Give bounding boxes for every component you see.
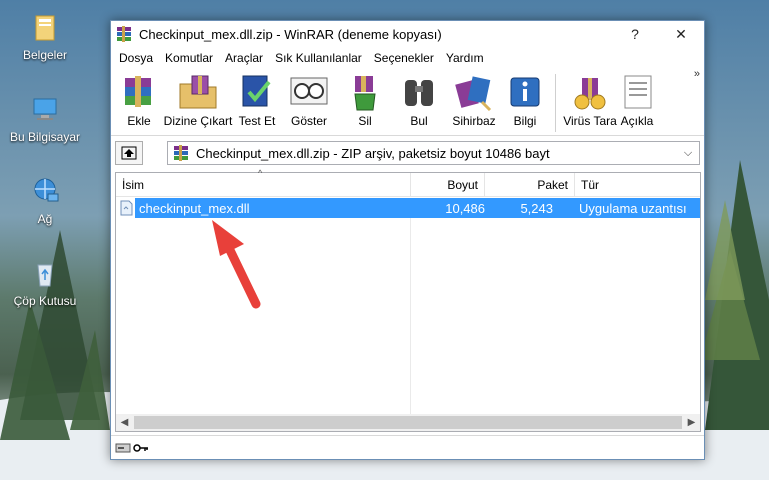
menu-favorites[interactable]: Sık Kullanılanlar bbox=[269, 51, 368, 65]
desktop-icon-label: Ağ bbox=[37, 212, 53, 226]
computer-icon bbox=[33, 98, 57, 120]
extract-to-button[interactable]: Dizine Çıkart bbox=[163, 72, 233, 128]
desktop-icon-documents[interactable]: Belgeler bbox=[0, 10, 90, 62]
view-icon bbox=[290, 77, 328, 105]
menu-bar: Dosya Komutlar Araçlar Sık Kullanılanlar… bbox=[111, 48, 704, 68]
scroll-right-icon[interactable]: ▶ bbox=[683, 414, 700, 431]
scrollbar-thumb[interactable] bbox=[134, 416, 682, 429]
column-header-row: ^ İsim Boyut Paket Tür bbox=[116, 168, 700, 197]
menu-options[interactable]: Seçenekler bbox=[368, 51, 440, 65]
column-header-name[interactable]: İsim bbox=[116, 173, 411, 197]
menu-help[interactable]: Yardım bbox=[440, 51, 490, 65]
comment-icon bbox=[624, 75, 652, 109]
desktop-icon-this-pc[interactable]: Bu Bilgisayar bbox=[0, 92, 90, 144]
title-bar[interactable]: Checkinput_mex.dll.zip - WinRAR (deneme … bbox=[111, 21, 704, 48]
info-button[interactable]: Bilgi bbox=[503, 72, 547, 128]
address-bar[interactable]: Checkinput_mex.dll.zip - ZIP arşiv, pake… bbox=[167, 141, 700, 165]
zip-archive-icon bbox=[174, 145, 188, 161]
tool-label: Göster bbox=[290, 114, 327, 128]
pointer-arrow-annotation bbox=[212, 220, 261, 309]
delete-button[interactable]: Sil bbox=[339, 72, 391, 128]
dll-file-icon bbox=[117, 198, 135, 218]
file-type: Uygulama uzantısı bbox=[579, 200, 687, 216]
comment-button[interactable]: Açıkla bbox=[620, 72, 654, 128]
extract-to-icon bbox=[179, 75, 217, 109]
status-bar bbox=[111, 435, 704, 459]
winrar-app-icon bbox=[117, 26, 131, 42]
menu-commands[interactable]: Komutlar bbox=[159, 51, 219, 65]
file-size: 10,486 bbox=[445, 200, 485, 216]
tool-label: Sihirbaz bbox=[452, 114, 496, 128]
desktop-icon-label: Bu Bilgisayar bbox=[9, 130, 81, 144]
test-button[interactable]: Test Et bbox=[235, 72, 279, 128]
tool-label: Test Et bbox=[238, 114, 276, 128]
delete-icon bbox=[354, 76, 376, 111]
tool-label: Dizine Çıkart bbox=[163, 114, 233, 128]
toolbar: Ekle Dizine Çıkart Test Et Göster Sil Bu… bbox=[111, 68, 704, 136]
tool-label: Açıkla bbox=[620, 114, 654, 128]
toolbar-separator bbox=[555, 74, 556, 132]
wizard-icon bbox=[455, 76, 492, 112]
column-header-type[interactable]: Tür bbox=[575, 173, 700, 197]
find-button[interactable]: Bul bbox=[393, 72, 445, 128]
wizard-button[interactable]: Sihirbaz bbox=[447, 72, 501, 128]
key-icon bbox=[133, 443, 148, 452]
up-arrow-icon bbox=[121, 146, 137, 160]
tool-label: Bul bbox=[410, 114, 428, 128]
chevron-down-icon[interactable]: ⌵ bbox=[681, 147, 695, 160]
column-header-size[interactable]: Boyut bbox=[411, 173, 485, 197]
file-packed: 5,243 bbox=[520, 200, 553, 216]
drive-icon bbox=[115, 443, 131, 452]
test-icon bbox=[242, 75, 271, 107]
close-button[interactable]: ✕ bbox=[658, 21, 704, 48]
desktop-icon-label: Çöp Kutusu bbox=[13, 294, 77, 308]
network-icon bbox=[34, 178, 59, 202]
address-row: Checkinput_mex.dll.zip - ZIP arşiv, pake… bbox=[111, 139, 704, 167]
scroll-left-icon[interactable]: ◀ bbox=[116, 414, 133, 431]
menu-file[interactable]: Dosya bbox=[113, 51, 159, 65]
help-button[interactable]: ? bbox=[612, 21, 658, 48]
add-archive-icon bbox=[125, 76, 151, 107]
column-header-packed[interactable]: Paket bbox=[485, 173, 575, 197]
recycle-bin-icon bbox=[37, 264, 53, 287]
address-text: Checkinput_mex.dll.zip - ZIP arşiv, pake… bbox=[196, 145, 550, 161]
desktop-icon-recycle-bin[interactable]: Çöp Kutusu bbox=[0, 256, 90, 308]
tool-label: Virüs Tara bbox=[563, 114, 617, 128]
tool-label: Bilgi bbox=[513, 114, 537, 128]
desktop-icon-label: Belgeler bbox=[22, 48, 68, 62]
desktop-icon-network[interactable]: Ağ bbox=[0, 174, 90, 226]
folder-icon bbox=[35, 15, 55, 41]
sort-ascending-icon: ^ bbox=[258, 168, 263, 178]
find-icon bbox=[405, 80, 433, 106]
column-divider bbox=[410, 218, 411, 414]
add-button[interactable]: Ekle bbox=[117, 72, 161, 128]
menu-tools[interactable]: Araçlar bbox=[219, 51, 269, 65]
tool-label: Sil bbox=[358, 114, 372, 128]
tool-label: Ekle bbox=[127, 114, 151, 128]
virus-scan-button[interactable]: Virüs Tara bbox=[562, 72, 618, 128]
view-button[interactable]: Göster bbox=[281, 72, 337, 128]
info-icon bbox=[510, 77, 540, 107]
window-title: Checkinput_mex.dll.zip - WinRAR (deneme … bbox=[139, 26, 442, 42]
virus-scan-icon bbox=[574, 78, 606, 110]
horizontal-scrollbar[interactable]: ◀ ▶ bbox=[116, 414, 700, 431]
up-folder-button[interactable] bbox=[115, 141, 143, 165]
toolbar-overflow-button[interactable]: » bbox=[694, 68, 700, 80]
